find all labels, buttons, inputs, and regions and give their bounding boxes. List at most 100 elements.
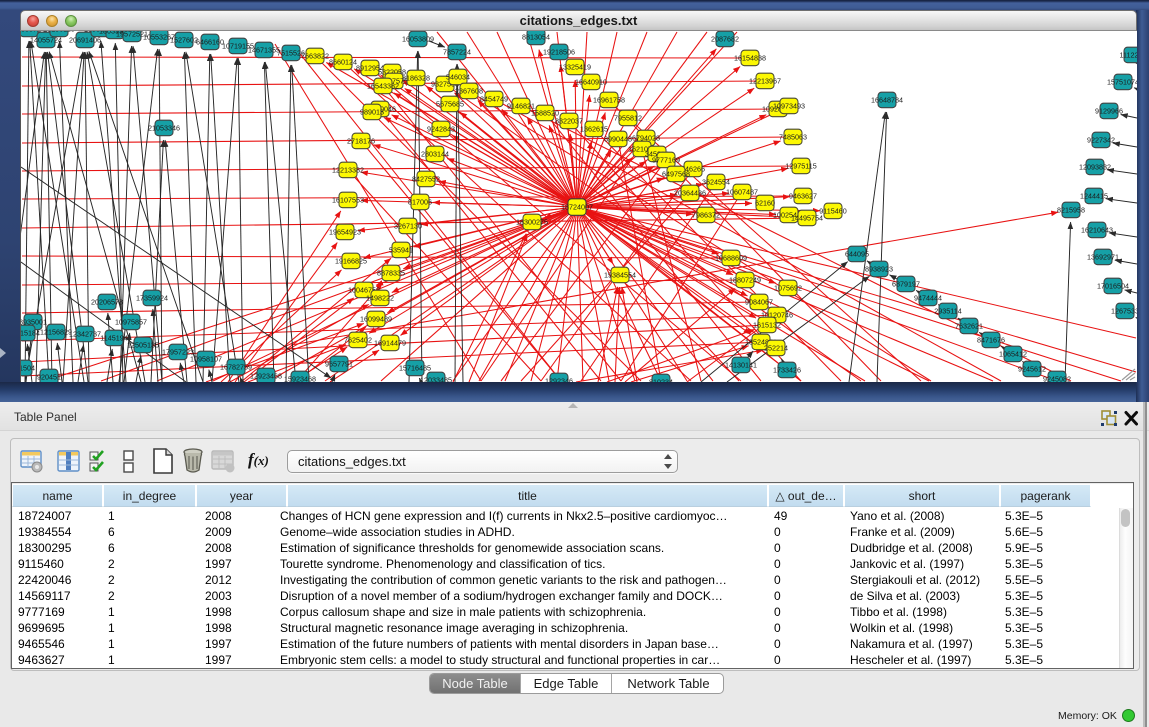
svg-text:989013: 989013	[360, 108, 384, 117]
svg-text:1065412: 1065412	[999, 350, 1027, 359]
svg-text:16782759: 16782759	[220, 363, 252, 372]
svg-text:19654923: 19654923	[329, 228, 361, 237]
svg-text:9777169: 9777169	[652, 156, 680, 165]
svg-text:8938923: 8938923	[865, 265, 893, 274]
svg-text:2803144: 2803144	[421, 150, 449, 159]
svg-text:1292346: 1292346	[545, 377, 573, 382]
svg-text:20364436: 20364436	[674, 189, 706, 198]
svg-text:7663822: 7663822	[301, 52, 329, 61]
svg-text:17016504: 17016504	[1097, 282, 1129, 291]
svg-text:8215958: 8215958	[1057, 206, 1085, 215]
svg-text:12505135: 12505135	[127, 341, 159, 350]
svg-text:810234: 810234	[649, 378, 673, 382]
svg-text:16154838: 16154838	[734, 54, 766, 63]
svg-text:62160: 62160	[755, 199, 775, 208]
svg-text:9657791: 9657791	[325, 360, 353, 369]
svg-text:17359924: 17359924	[136, 294, 168, 303]
svg-text:2935114: 2935114	[934, 307, 961, 316]
svg-text:15751074: 15751074	[1107, 78, 1137, 87]
svg-text:16210643: 16210643	[1081, 226, 1113, 235]
svg-text:9245082: 9245082	[1043, 375, 1071, 382]
svg-text:8427552: 8427552	[412, 175, 440, 184]
svg-text:1112228: 1112228	[1120, 51, 1137, 60]
svg-text:7625402: 7625402	[344, 336, 372, 345]
svg-text:14130141: 14130141	[725, 361, 757, 370]
svg-text:9115460: 9115460	[819, 207, 846, 216]
svg-text:16107553: 16107553	[332, 196, 364, 205]
svg-text:2718176: 2718176	[347, 137, 375, 146]
svg-text:1145194: 1145194	[100, 334, 127, 343]
svg-text:14495754: 14495754	[791, 214, 823, 223]
svg-text:2087682: 2087682	[711, 35, 739, 44]
svg-text:16053809: 16053809	[402, 35, 434, 44]
svg-text:14671355: 14671355	[248, 46, 280, 55]
svg-text:252214: 252214	[764, 344, 788, 353]
svg-text:9129966: 9129966	[1095, 107, 1123, 116]
svg-text:18724007: 18724007	[561, 203, 593, 212]
svg-text:18807249: 18807249	[729, 276, 761, 285]
svg-text:8186328: 8186328	[402, 74, 430, 83]
svg-text:12342737: 12342737	[69, 330, 101, 339]
svg-text:10688609: 10688609	[715, 254, 747, 263]
svg-text:12923468: 12923468	[250, 372, 282, 381]
svg-text:16914479: 16914479	[374, 339, 406, 348]
svg-text:12093832: 12093832	[1079, 163, 1111, 172]
svg-text:15923468: 15923468	[284, 375, 316, 382]
svg-text:5675685: 5675685	[436, 100, 464, 109]
svg-text:12213967: 12213967	[749, 77, 781, 86]
svg-text:8990448: 8990448	[604, 135, 632, 144]
svg-text:731504: 731504	[21, 364, 35, 373]
svg-text:10973493: 10973493	[773, 102, 805, 111]
svg-text:10607487: 10607487	[726, 188, 758, 197]
svg-text:920451: 920451	[37, 373, 61, 382]
svg-text:1362615: 1362615	[580, 125, 608, 134]
svg-text:1615132: 1615132	[753, 321, 781, 330]
svg-text:6879197: 6879197	[892, 280, 920, 289]
svg-text:12975115: 12975115	[785, 162, 816, 171]
svg-text:12033485: 12033485	[420, 376, 452, 382]
svg-text:15716485: 15716485	[399, 364, 431, 373]
svg-text:817006: 817006	[408, 198, 432, 207]
svg-text:3624554: 3624554	[702, 178, 730, 187]
svg-text:8322037: 8322037	[555, 117, 583, 126]
svg-text:2367608: 2367608	[455, 87, 483, 96]
svg-text:7986372: 7986372	[692, 211, 720, 220]
svg-text:7485063: 7485063	[779, 133, 807, 142]
svg-text:3915184: 3915184	[21, 329, 40, 338]
svg-text:9084067: 9084067	[745, 298, 773, 307]
svg-text:21053346: 21053346	[148, 124, 180, 133]
svg-text:20206578: 20206578	[91, 298, 123, 307]
svg-text:1498222: 1498222	[366, 294, 394, 303]
svg-text:1733426: 1733426	[773, 366, 801, 375]
svg-text:9242843: 9242843	[427, 125, 455, 134]
svg-text:6466160: 6466160	[196, 38, 224, 47]
svg-text:9245612: 9245612	[1018, 365, 1046, 374]
svg-text:13325419: 13325419	[559, 63, 591, 72]
svg-text:19218506: 19218506	[543, 48, 575, 57]
svg-text:8471676: 8471676	[977, 336, 1005, 345]
svg-text:12156829: 12156829	[40, 328, 72, 337]
svg-text:3267130: 3267130	[394, 222, 422, 231]
svg-text:16099489: 16099489	[360, 315, 392, 324]
svg-text:9227342: 9227342	[1087, 136, 1115, 145]
svg-text:7857224: 7857224	[443, 48, 471, 57]
svg-text:10958107: 10958107	[190, 355, 222, 364]
svg-text:19166825: 19166825	[335, 257, 367, 266]
svg-text:1527602: 1527602	[170, 36, 198, 45]
svg-text:20196118: 20196118	[43, 31, 74, 34]
svg-text:8660124: 8660124	[329, 58, 357, 67]
svg-text:1267533: 1267533	[1111, 307, 1137, 316]
svg-text:13692971: 13692971	[1087, 253, 1119, 262]
svg-text:1075692: 1075692	[774, 284, 802, 293]
svg-text:8454749: 8454749	[480, 95, 508, 104]
svg-text:16543382: 16543382	[367, 82, 399, 91]
svg-text:10975857: 10975857	[115, 318, 147, 327]
svg-text:18300275: 18300275	[516, 218, 548, 227]
svg-text:12213382: 12213382	[332, 166, 364, 175]
svg-text:16648784: 16648784	[871, 96, 903, 105]
svg-text:1244415: 1244415	[1080, 192, 1108, 201]
svg-text:9463627: 9463627	[789, 192, 817, 201]
svg-text:8813054: 8813054	[522, 33, 550, 42]
svg-text:9474444: 9474444	[914, 294, 942, 303]
svg-text:7955812: 7955812	[614, 114, 642, 123]
